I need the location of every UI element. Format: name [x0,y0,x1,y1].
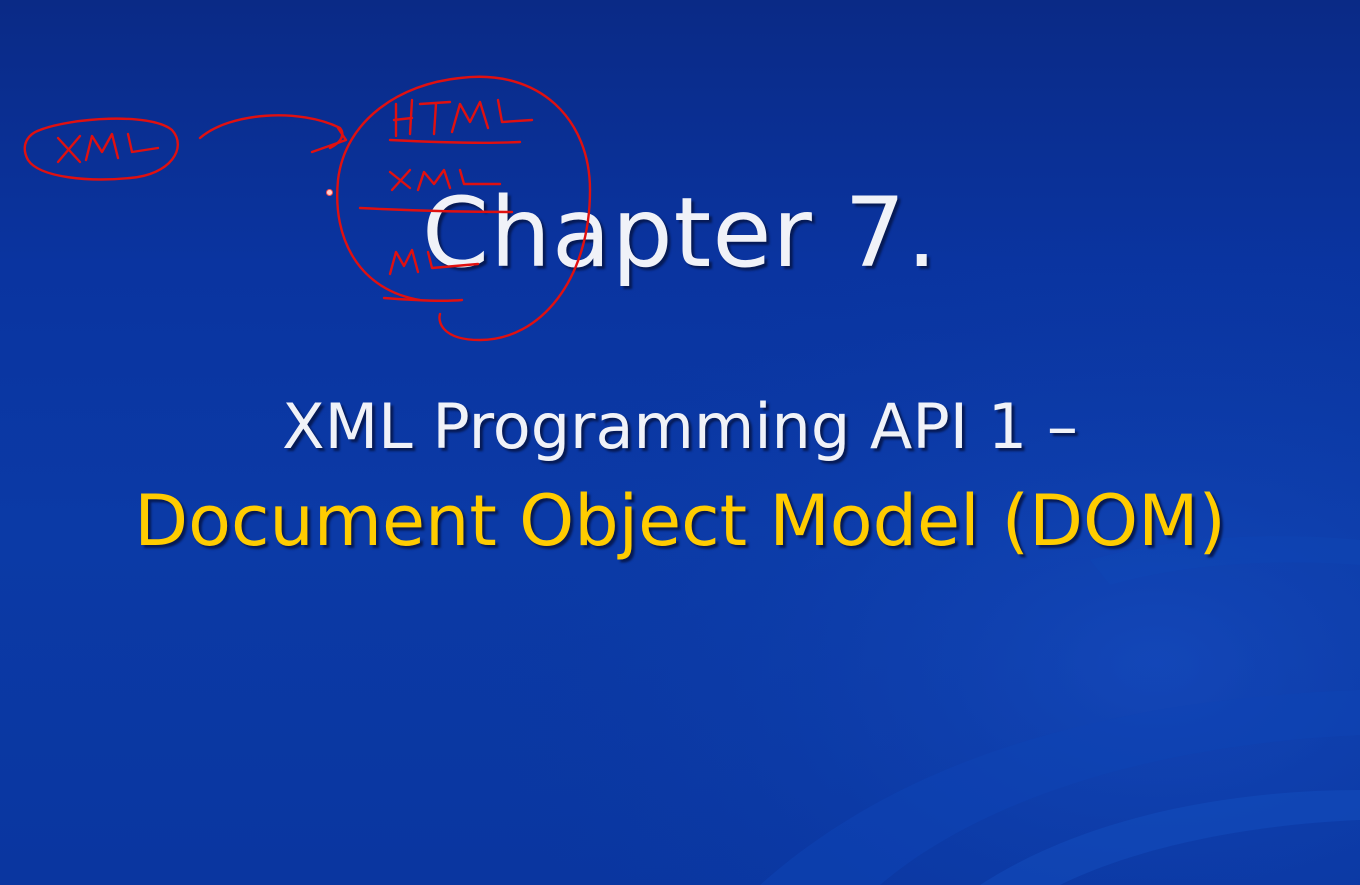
pen-cursor-icon [326,189,333,196]
slide-title: Chapter 7. [422,177,938,289]
slide-subtitle-line2: Document Object Model (DOM) [134,480,1226,562]
presentation-slide: Chapter 7. XML Programming API 1 – Docum… [0,0,1360,885]
slide-subtitle-line1: XML Programming API 1 – [282,390,1078,463]
